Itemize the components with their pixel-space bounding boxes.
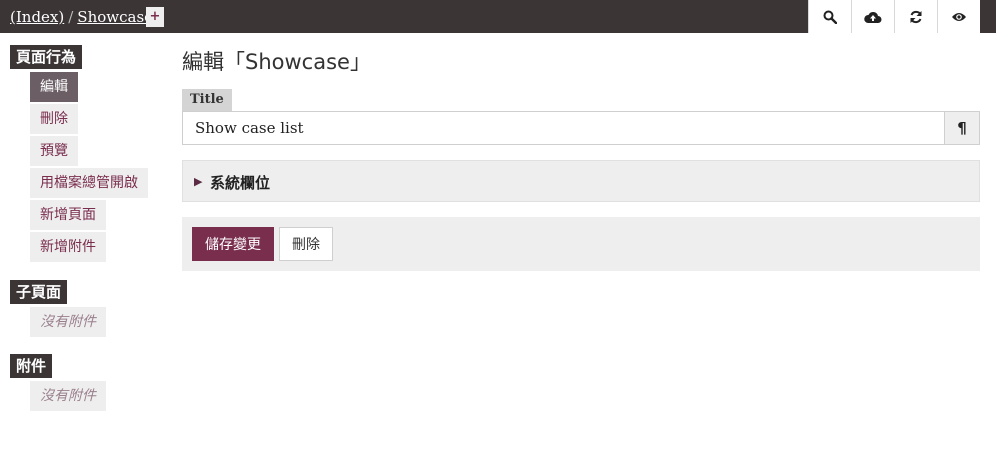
preview-button[interactable]: [937, 0, 980, 33]
toolbar: [808, 0, 980, 33]
sidebar-item-edit[interactable]: 編輯: [30, 72, 78, 102]
expand-triangle-icon: ▶: [194, 175, 203, 188]
attachments-header: 附件: [10, 354, 53, 378]
form-actions: 儲存變更 刪除: [182, 217, 980, 271]
search-icon: [823, 10, 837, 24]
top-bar: (Index) / Showcase +: [0, 0, 996, 33]
add-page-button[interactable]: +: [146, 7, 164, 27]
system-fields-toggle[interactable]: ▶ 系統欄位: [182, 160, 980, 202]
refresh-icon: [910, 10, 922, 23]
subpages-header: 子頁面: [10, 280, 68, 304]
subpages-empty-text: 沒有附件: [30, 307, 106, 337]
title-field-label: Title: [182, 89, 232, 111]
search-button[interactable]: [808, 0, 851, 33]
sidebar-item-delete[interactable]: 刪除: [30, 104, 78, 134]
delete-button[interactable]: 刪除: [279, 227, 333, 261]
breadcrumb: (Index) / Showcase: [10, 8, 153, 26]
page-actions-header: 頁面行為: [10, 45, 83, 69]
title-input[interactable]: [182, 111, 945, 145]
breadcrumb-current-link[interactable]: Showcase: [77, 8, 153, 26]
sidebar-item-preview[interactable]: 預覽: [30, 136, 78, 166]
breadcrumb-index-link[interactable]: (Index): [10, 8, 64, 26]
sidebar-item-open-in-file-manager[interactable]: 用檔案總管開啟: [30, 168, 148, 198]
publish-button[interactable]: [851, 0, 894, 33]
breadcrumb-separator: /: [68, 8, 74, 26]
sidebar-item-add-attachment[interactable]: 新增附件: [30, 232, 106, 262]
page-title: 編輯「Showcase」: [182, 50, 371, 74]
save-button[interactable]: 儲存變更: [192, 227, 274, 261]
eye-icon: [952, 12, 966, 21]
cloud-upload-icon: [864, 11, 882, 23]
attachments-empty-text: 沒有附件: [30, 381, 106, 411]
pilcrow-toggle-button[interactable]: ¶: [944, 111, 980, 145]
system-fields-label: 系統欄位: [210, 174, 271, 192]
sidebar-item-add-page[interactable]: 新增頁面: [30, 200, 106, 230]
refresh-button[interactable]: [894, 0, 937, 33]
